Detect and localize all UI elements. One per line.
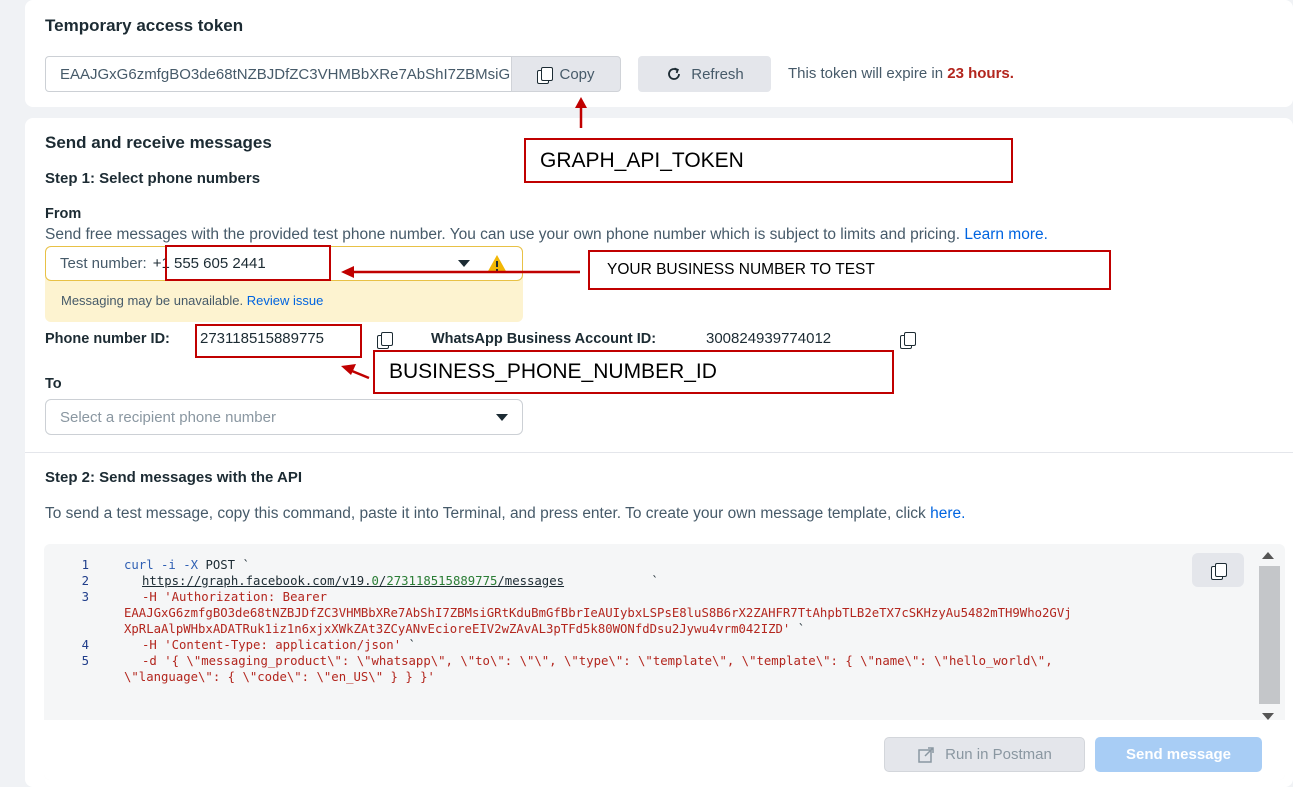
- code-auth-header: -H 'Authorization: Bearer: [142, 590, 328, 604]
- chevron-down-icon: [458, 260, 470, 267]
- phone-id-label: Phone number ID:: [45, 331, 170, 347]
- warning-text: Messaging may be unavailable.: [61, 293, 244, 308]
- code-token-2: XpRLaAlpWHbxADATRuk1iz1n6xjxXWkZAt3ZCyAN…: [124, 622, 791, 636]
- external-link-icon: [918, 746, 934, 763]
- step2-title: Step 2: Send messages with the API: [45, 469, 303, 486]
- run-postman-button[interactable]: Run in Postman: [884, 737, 1085, 772]
- code-post: POST `: [198, 558, 250, 572]
- code-url-b: 0: [371, 574, 379, 588]
- run-postman-label: Run in Postman: [945, 746, 1052, 763]
- learn-more-link[interactable]: Learn more.: [964, 226, 1048, 243]
- line-number: 5: [81, 654, 89, 668]
- divider: [25, 452, 1293, 453]
- step2-desc-text: To send a test message, copy this comman…: [45, 505, 926, 522]
- copy-phone-id-icon[interactable]: [377, 332, 393, 349]
- annotation-business-number: YOUR BUSINESS NUMBER TO TEST: [588, 250, 1111, 290]
- waba-label: WhatsApp Business Account ID:: [431, 331, 657, 347]
- recipient-select[interactable]: Select a recipient phone number: [45, 399, 523, 435]
- code-content: 1 curl -i -X POST ` 2 https://graph.facebo…: [44, 557, 1254, 685]
- expiry-value: 23 hours.: [947, 65, 1014, 82]
- waba-value: 300824939774012: [706, 330, 832, 347]
- warning-icon: [487, 254, 507, 273]
- code-url-d: 273118515889775: [386, 574, 498, 588]
- phone-number-highlight: [165, 245, 331, 281]
- phone-id-highlight: [195, 324, 362, 358]
- messages-title: Send and receive messages: [45, 133, 272, 152]
- copy-token-button[interactable]: Copy: [511, 56, 621, 92]
- code-body-1: -d '{ \"messaging_product\": \"whatsapp\…: [142, 654, 1053, 668]
- review-issue-link[interactable]: Review issue: [247, 293, 324, 308]
- from-description: Send free messages with the provided tes…: [45, 226, 1048, 244]
- copy-icon: [1211, 562, 1227, 580]
- code-curl: curl -i -X: [124, 558, 199, 572]
- step1-title: Step 1: Select phone numbers: [45, 170, 261, 187]
- code-scrollbar[interactable]: [1259, 552, 1281, 724]
- token-input[interactable]: EAAJGxG6zmfgBO3de68tNZBJDfZC3VHMBbXRe7Ab…: [45, 56, 512, 92]
- code-url-a: https://graph.facebook.com/v19.: [142, 574, 372, 588]
- step2-description: To send a test message, copy this comman…: [45, 505, 965, 523]
- code-url-f: `: [644, 574, 659, 588]
- here-link[interactable]: here.: [930, 505, 965, 522]
- code-token-end: `: [790, 622, 806, 636]
- code-token-1: EAAJGxG6zmfgBO3de68tNZBJDfZC3VHMBbXRe7Ab…: [124, 606, 1072, 620]
- refresh-icon: [668, 67, 681, 80]
- expiry-prefix: This token will expire in: [788, 65, 944, 82]
- annotation-phone-number-id: BUSINESS_PHONE_NUMBER_ID: [373, 350, 894, 394]
- from-desc-text: Send free messages with the provided tes…: [45, 226, 961, 243]
- line-number: 2: [81, 574, 89, 588]
- recipient-placeholder: Select a recipient phone number: [60, 408, 276, 426]
- copy-code-button[interactable]: [1192, 553, 1244, 587]
- token-title: Temporary access token: [45, 16, 244, 35]
- code-url-e: /messages: [497, 574, 565, 588]
- refresh-label: Refresh: [691, 65, 744, 83]
- token-expiry: This token will expire in 23 hours.: [788, 65, 1014, 82]
- code-content-type: -H 'Content-Type: application/json': [142, 638, 402, 652]
- copy-label: Copy: [559, 65, 595, 83]
- annotation-graph-token: GRAPH_API_TOKEN: [524, 138, 1013, 183]
- warning-message: Messaging may be unavailable. Review iss…: [61, 293, 323, 308]
- copy-waba-id-icon[interactable]: [900, 332, 917, 349]
- send-message-button[interactable]: Send message: [1095, 737, 1262, 772]
- from-label: From: [45, 206, 82, 222]
- line-number: 4: [81, 638, 89, 652]
- refresh-button[interactable]: Refresh: [638, 56, 771, 92]
- to-label: To: [45, 376, 62, 392]
- chevron-down-icon: [496, 413, 508, 421]
- from-select-prefix: Test number:: [60, 255, 147, 272]
- code-body-2: \"language\": { \"code\": \"en_US\" } } …: [124, 670, 435, 684]
- code-ct-end: `: [401, 638, 416, 652]
- scrollbar-thumb[interactable]: [1259, 566, 1280, 704]
- line-number: 3: [81, 590, 89, 604]
- copy-icon: [537, 66, 554, 84]
- line-number: 1: [81, 558, 89, 572]
